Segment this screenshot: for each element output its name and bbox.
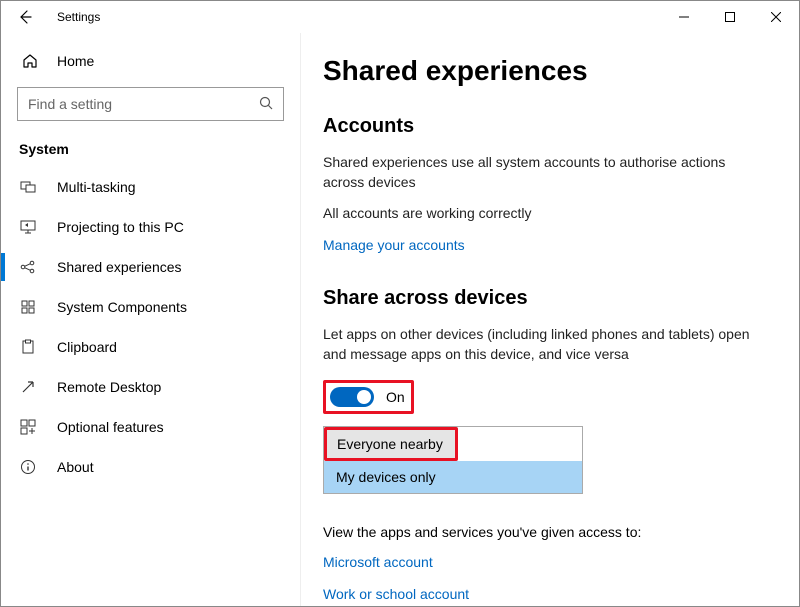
maximize-button[interactable]	[707, 1, 753, 33]
components-icon	[19, 299, 37, 315]
microsoft-account-link[interactable]: Microsoft account	[323, 554, 769, 570]
minimize-button[interactable]	[661, 1, 707, 33]
sidebar-item-multitasking[interactable]: Multi-tasking	[1, 167, 300, 207]
search-input[interactable]	[17, 87, 284, 121]
sidebar-item-system-components[interactable]: System Components	[1, 287, 300, 327]
sidebar-item-optional-features[interactable]: Optional features	[1, 407, 300, 447]
back-button[interactable]	[15, 9, 35, 25]
option-highlight: Everyone nearby	[324, 427, 458, 461]
accounts-status: All accounts are working correctly	[323, 203, 769, 223]
accounts-heading: Accounts	[323, 115, 769, 138]
dropdown-option-mydevices[interactable]: My devices only	[324, 461, 582, 493]
share-desc: Let apps on other devices (including lin…	[323, 324, 769, 365]
sidebar-item-remote-desktop[interactable]: Remote Desktop	[1, 367, 300, 407]
sidebar-item-label: System Components	[57, 299, 187, 315]
search-field-wrap	[17, 87, 284, 121]
sidebar-heading: System	[1, 135, 300, 167]
shared-experiences-icon	[19, 259, 37, 275]
remote-desktop-icon	[19, 379, 37, 395]
multitasking-icon	[19, 179, 37, 195]
home-label: Home	[57, 53, 94, 69]
sidebar-item-label: Projecting to this PC	[57, 219, 184, 235]
sidebar-item-label: Remote Desktop	[57, 379, 161, 395]
sidebar: Home System Multi-tasking Projecting to …	[1, 33, 301, 606]
toggle-highlight: On	[323, 380, 414, 414]
close-button[interactable]	[753, 1, 799, 33]
sidebar-item-label: Optional features	[57, 419, 164, 435]
projecting-icon	[19, 219, 37, 235]
sidebar-item-label: Shared experiences	[57, 259, 182, 275]
share-toggle[interactable]	[330, 387, 374, 407]
main-panel: Shared experiences Accounts Shared exper…	[301, 33, 799, 606]
view-access-text: View the apps and services you've given …	[323, 524, 769, 540]
share-toggle-label: On	[386, 389, 405, 405]
page-title: Shared experiences	[323, 55, 769, 87]
work-school-account-link[interactable]: Work or school account	[323, 586, 769, 602]
sidebar-item-label: About	[57, 459, 94, 475]
titlebar: Settings	[1, 1, 799, 33]
home-nav[interactable]: Home	[1, 43, 300, 79]
share-scope-dropdown[interactable]: Everyone nearby My devices only	[323, 426, 583, 494]
about-icon	[19, 459, 37, 475]
sidebar-item-label: Clipboard	[57, 339, 117, 355]
accounts-desc: Shared experiences use all system accoun…	[323, 152, 769, 193]
window-title: Settings	[57, 10, 100, 24]
sidebar-item-label: Multi-tasking	[57, 179, 136, 195]
sidebar-item-clipboard[interactable]: Clipboard	[1, 327, 300, 367]
manage-accounts-link[interactable]: Manage your accounts	[323, 237, 465, 253]
share-heading: Share across devices	[323, 287, 769, 310]
home-icon	[21, 53, 39, 69]
sidebar-item-projecting[interactable]: Projecting to this PC	[1, 207, 300, 247]
sidebar-item-about[interactable]: About	[1, 447, 300, 487]
search-icon	[258, 95, 274, 111]
window-controls	[661, 1, 799, 33]
optional-features-icon	[19, 419, 37, 435]
clipboard-icon	[19, 339, 37, 355]
sidebar-item-shared-experiences[interactable]: Shared experiences	[1, 247, 300, 287]
dropdown-option-everyone[interactable]: Everyone nearby	[327, 430, 455, 458]
